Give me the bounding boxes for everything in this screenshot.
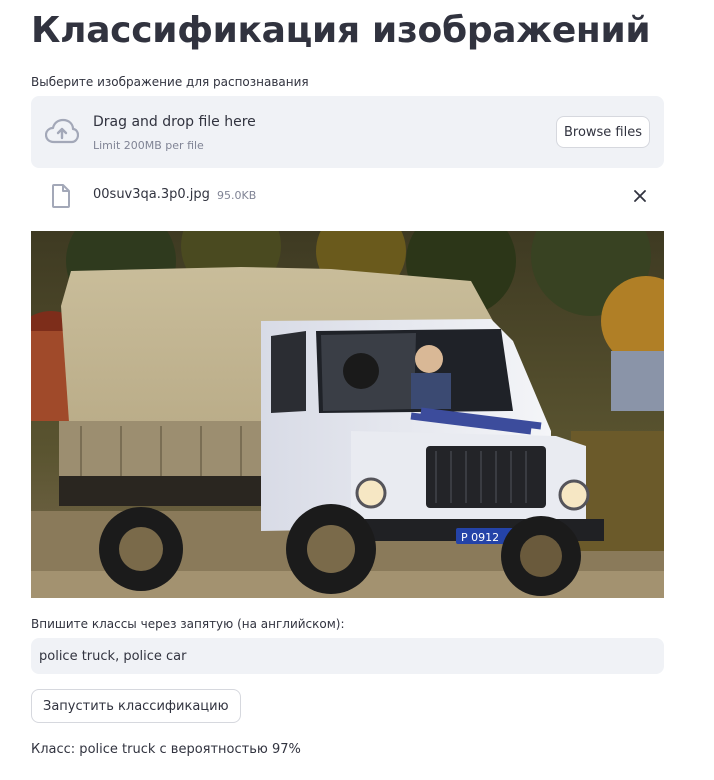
uploaded-file-size: 95.0KB [217,189,257,202]
file-dropzone[interactable]: Drag and drop file here Limit 200MB per … [31,96,664,168]
dropzone-limit: Limit 200MB per file [93,139,204,152]
plate-number: Р 0912 [461,531,499,544]
dropzone-instructions: Drag and drop file here [93,114,256,130]
page-title: Классификация изображений [31,10,651,51]
classes-input[interactable] [31,638,664,674]
cloud-upload-icon [45,118,79,144]
file-icon [52,184,70,208]
truck-photo: Р 0912 38 [31,231,664,598]
browse-files-button[interactable]: Browse files [556,116,650,148]
run-classification-button[interactable]: Запустить классификацию [31,689,241,723]
classes-input-label: Впишите классы через запятую (на английс… [31,617,345,631]
uploaded-image-preview: Р 0912 38 [31,231,664,598]
uploaded-file-name: 00suv3qa.3p0.jpg [93,187,210,202]
uploaded-file-item: 00suv3qa.3p0.jpg 95.0KB [31,180,664,212]
uploader-label: Выберите изображение для распознавания [31,75,309,89]
close-icon[interactable] [630,186,650,206]
classification-result: Класс: police truck с вероятностью 97% [31,742,301,757]
